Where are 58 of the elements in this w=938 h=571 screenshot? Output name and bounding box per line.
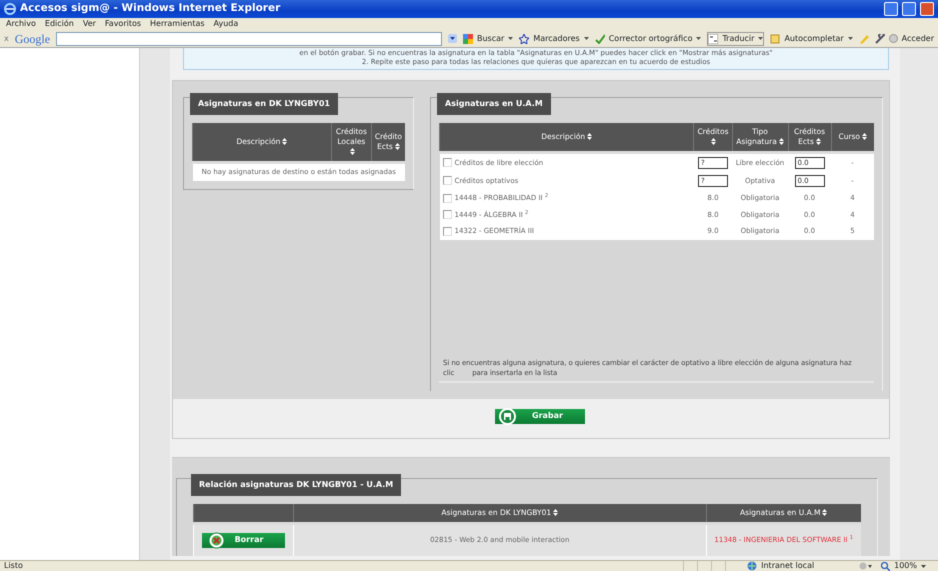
sort-icon[interactable]	[711, 138, 716, 146]
caret-icon	[848, 37, 853, 40]
search-field[interactable]	[56, 32, 442, 46]
minimize-button[interactable]	[884, 2, 898, 16]
checkbox[interactable]	[442, 210, 452, 220]
status-text: Listo	[4, 560, 23, 571]
menu-item[interactable]: Edición	[44, 18, 74, 30]
caret-icon	[508, 37, 514, 40]
delete-button[interactable]: Borrar	[202, 532, 286, 548]
caret-icon	[696, 37, 702, 40]
circle-icon	[888, 34, 898, 43]
browser-icon	[4, 3, 16, 15]
close-toolbar-button[interactable]: x	[4, 32, 9, 44]
sort-icon[interactable]	[778, 138, 784, 146]
toolbar-button[interactable]: Marcadores	[519, 32, 589, 44]
checkbox[interactable]	[442, 176, 452, 186]
sort-icon[interactable]	[553, 508, 558, 516]
sort-icon[interactable]	[394, 143, 400, 150]
section-title: Relación asignaturas DK LYNGBY01 - U.A.M	[191, 474, 402, 496]
menu-item[interactable]: Herramientas	[150, 18, 205, 30]
sort-icon[interactable]	[350, 148, 355, 156]
close-button[interactable]	[920, 2, 934, 16]
toolbar-logo: Google	[14, 30, 50, 48]
caret-icon	[758, 37, 764, 40]
checkbox[interactable]	[442, 194, 452, 203]
section-title: Asignaturas en U.A.M	[437, 93, 551, 115]
delete-icon	[208, 532, 225, 548]
restore-button[interactable]	[902, 2, 916, 16]
toolbar-button[interactable]: Buscar	[462, 32, 514, 44]
star-icon	[519, 34, 530, 44]
security-zone: Intranet local	[739, 560, 860, 571]
wrench-icon[interactable]	[874, 34, 885, 44]
zoom-control[interactable]: 100%	[873, 560, 934, 571]
check-icon	[594, 34, 605, 44]
sort-icon[interactable]	[816, 138, 821, 146]
dropdown-arrow-icon[interactable]	[448, 34, 457, 43]
save-button[interactable]: Grabar	[495, 408, 585, 424]
toolbar-button[interactable]: Corrector ortográfico	[594, 32, 702, 44]
magnifier-icon	[881, 562, 890, 570]
sort-icon[interactable]	[282, 138, 288, 146]
toolbar-split-button[interactable]: Traducir	[707, 32, 764, 46]
menu-item[interactable]: Ver	[82, 18, 96, 30]
toolbar-button[interactable]: Autocompletar	[770, 32, 853, 44]
checkbox[interactable]	[442, 158, 452, 168]
checkbox[interactable]	[442, 226, 452, 236]
sort-icon[interactable]	[862, 133, 868, 140]
signin-link[interactable]: Acceder	[888, 32, 934, 44]
sort-icon[interactable]	[822, 508, 828, 516]
section-title: Asignaturas en DK LYNGBY01	[190, 93, 338, 115]
sort-icon[interactable]	[587, 133, 592, 140]
menu-item[interactable]: Ayuda	[214, 18, 238, 30]
floppy-disk-icon	[499, 408, 516, 424]
menu-item[interactable]: Favoritos	[104, 18, 142, 30]
caret-icon	[921, 564, 926, 568]
caret-icon	[584, 37, 589, 40]
window-title: Accesos sigm@ - Windows Internet Explorer	[20, 1, 280, 16]
globe-icon	[747, 561, 758, 571]
menu-item[interactable]: Archivo	[6, 18, 36, 30]
